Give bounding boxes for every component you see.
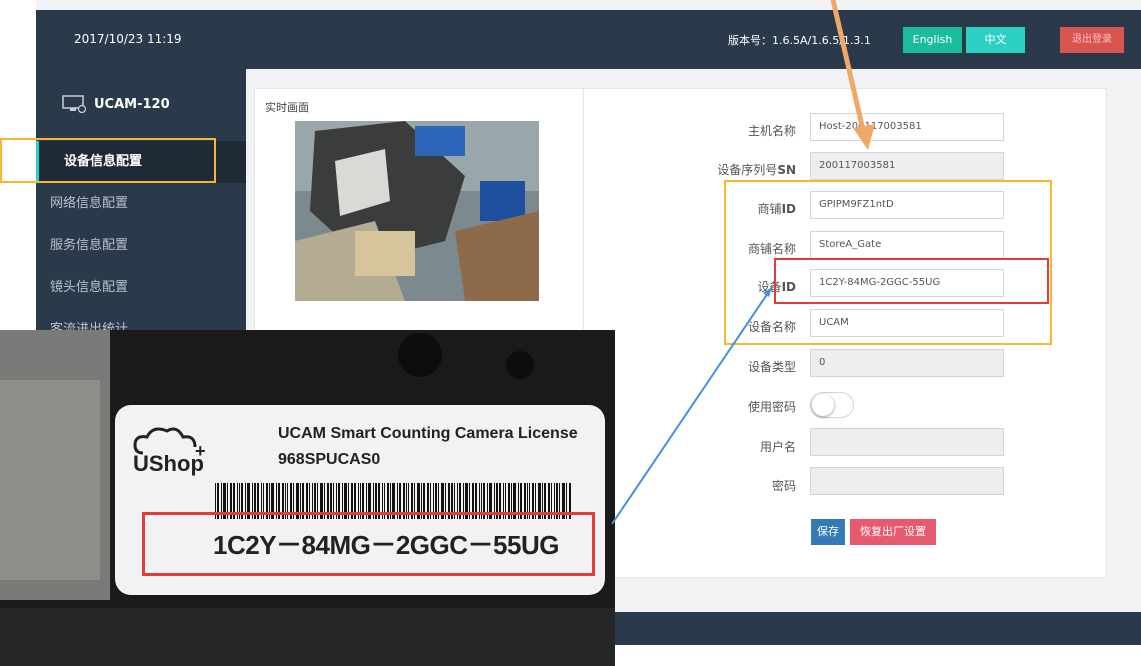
camera-feed-image xyxy=(295,121,539,301)
live-view-panel: 实时画面 xyxy=(254,88,603,358)
serial-label-suffix: SN xyxy=(777,163,796,177)
sidebar-item-lens[interactable]: 镜头信息配置 xyxy=(36,267,246,309)
license-sku: 968SPUCAS0 xyxy=(278,451,381,468)
save-button[interactable]: 保存 xyxy=(811,519,845,545)
device-type-label: 设备类型 xyxy=(747,360,796,374)
datetime-text: 2017/10/23 11:19 xyxy=(74,32,182,46)
nav-highlight-box xyxy=(0,138,216,183)
device-name: UCAM-120 xyxy=(94,96,170,112)
ushop-logo-text: UShop xyxy=(133,451,204,476)
use-password-toggle[interactable] xyxy=(810,392,854,418)
license-title: UCAM Smart Counting Camera License xyxy=(278,425,578,442)
license-photo: UShop + UCAM Smart Counting Camera Licen… xyxy=(0,330,615,666)
serial-field: 200117003581 xyxy=(810,152,1004,180)
logout-button[interactable]: 退出登录 xyxy=(1060,27,1124,53)
username-field xyxy=(810,428,1004,456)
chinese-button[interactable]: 中文 xyxy=(966,27,1025,53)
computer-icon xyxy=(62,95,86,113)
version-text: 版本号：1.6.5A/1.6.5/1.3.1 xyxy=(728,34,871,47)
hostname-field[interactable]: Host-200117003581 xyxy=(810,113,1004,141)
hostname-label: 主机名称 xyxy=(747,124,796,138)
username-label: 用户名 xyxy=(759,440,796,454)
top-bar: 2017/10/23 11:19 版本号：1.6.5A/1.6.5/1.3.1 … xyxy=(36,10,1141,69)
sidebar-item-network[interactable]: 网络信息配置 xyxy=(36,183,246,225)
live-view-title: 实时画面 xyxy=(265,101,309,114)
serial-label: 设备序列号SN xyxy=(717,163,796,177)
ushop-logo: UShop + xyxy=(133,427,206,476)
sidebar-item-service[interactable]: 服务信息配置 xyxy=(36,225,246,267)
license-id-highlight-box xyxy=(142,512,595,576)
english-button[interactable]: English xyxy=(903,27,962,53)
password-label: 密码 xyxy=(771,479,796,493)
device-type-field: 0 xyxy=(810,349,1004,377)
device-brand: UCAM-120 xyxy=(62,95,170,113)
device-id-highlight-box xyxy=(774,258,1049,304)
ushop-logo-mark: + xyxy=(195,441,206,461)
password-field xyxy=(810,467,1004,495)
factory-reset-button[interactable]: 恢复出厂设置 xyxy=(850,519,936,545)
use-password-label: 使用密码 xyxy=(747,400,796,414)
toggle-knob xyxy=(812,394,834,416)
